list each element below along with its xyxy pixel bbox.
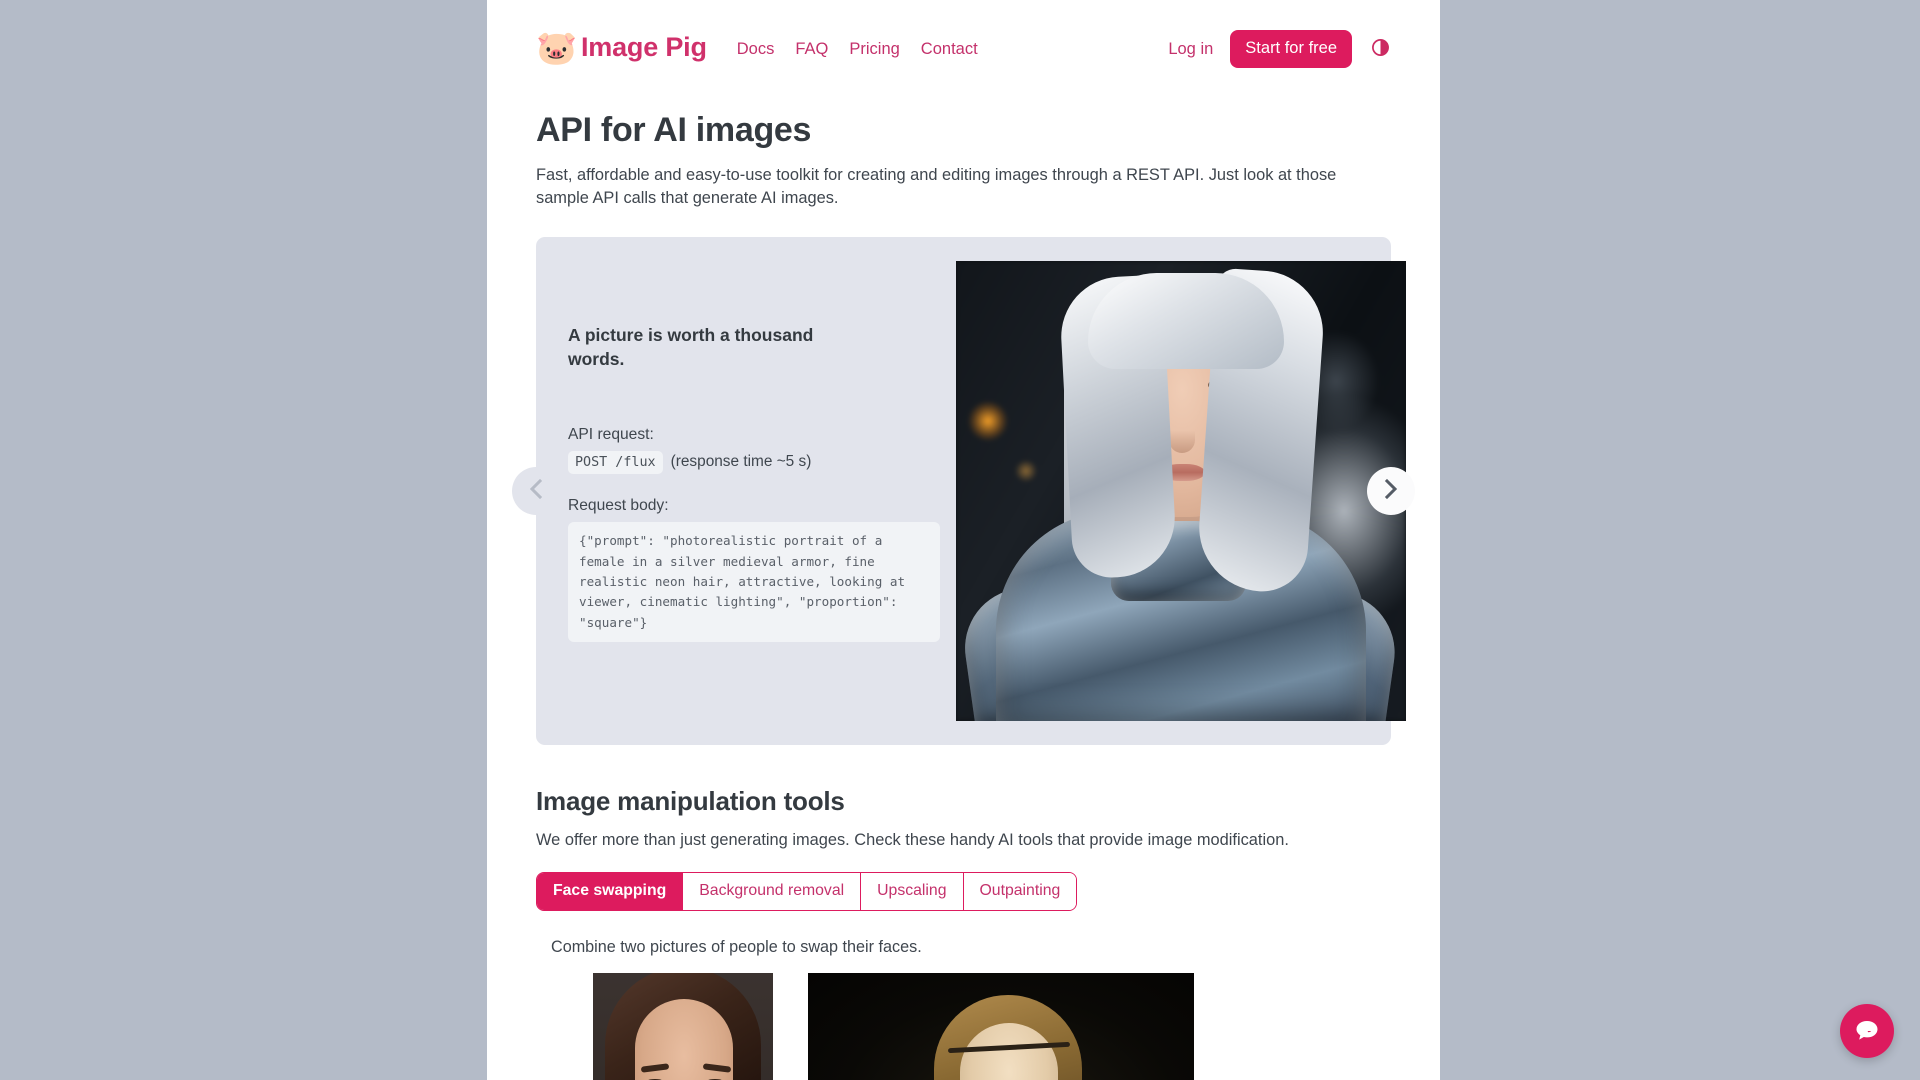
chat-bubble-icon — [1853, 1016, 1881, 1047]
hero-section: API for AI images Fast, affordable and e… — [512, 111, 1415, 211]
api-example-carousel: A picture is worth a thousand words. API… — [512, 236, 1415, 745]
tools-subtitle: We offer more than just generating image… — [536, 830, 1289, 849]
api-response-time: (response time ~5 s) — [670, 453, 812, 471]
tab-face-swapping[interactable]: Face swapping — [537, 872, 683, 910]
site-header: 🐷 Image Pig Docs FAQ Pricing Contact Log… — [512, 0, 1415, 95]
generated-portrait-image — [956, 260, 1406, 721]
brand-name: Image Pig — [581, 32, 707, 62]
tab-outpainting[interactable]: Outpainting — [962, 872, 1077, 910]
image-tools-section: Image manipulation tools We offer more t… — [512, 786, 1415, 1080]
main-nav: Docs FAQ Pricing Contact — [737, 40, 978, 59]
carousel-prev-button[interactable] — [512, 466, 560, 515]
chevron-left-icon — [527, 478, 545, 503]
face-swap-target-image — [808, 972, 1194, 1080]
face-swap-source-image — [593, 972, 773, 1080]
request-body-code: {"prompt": "photorealistic portrait of a… — [568, 522, 940, 643]
request-body-label: Request body: — [568, 497, 669, 515]
chevron-right-icon — [1382, 478, 1400, 503]
nav-item-contact[interactable]: Contact — [921, 40, 978, 59]
api-endpoint-code: POST /flux — [568, 451, 663, 475]
carousel-panel: A picture is worth a thousand words. API… — [512, 236, 1415, 745]
page-title: API for AI images — [536, 111, 812, 149]
contrast-half-circle-icon — [1371, 38, 1390, 60]
nav-item-pricing[interactable]: Pricing — [849, 40, 899, 59]
tools-title: Image manipulation tools — [536, 785, 845, 816]
carousel-next-button[interactable] — [1367, 466, 1415, 515]
api-request-label: API request: — [568, 426, 654, 444]
login-link[interactable]: Log in — [1168, 40, 1213, 59]
page-container: 🐷 Image Pig Docs FAQ Pricing Contact Log… — [487, 0, 1440, 1080]
start-for-free-button[interactable]: Start for free — [1230, 30, 1352, 68]
hero-subtitle: Fast, affordable and easy-to-use toolkit… — [536, 166, 1337, 208]
tools-tab-bar: Face swapping Background removal Upscali… — [536, 871, 1078, 911]
active-tab-description: Combine two pictures of people to swap t… — [551, 937, 922, 956]
nav-item-docs[interactable]: Docs — [737, 40, 775, 59]
carousel-slide-text: A picture is worth a thousand words. API… — [536, 237, 956, 745]
tab-upscaling[interactable]: Upscaling — [860, 872, 963, 910]
carousel-slide-image — [956, 260, 1406, 721]
brand-logo-link[interactable]: 🐷 Image Pig — [536, 28, 707, 66]
face-swap-samples — [536, 972, 1391, 1080]
tab-background-removal[interactable]: Background removal — [682, 872, 861, 910]
page-inner: 🐷 Image Pig Docs FAQ Pricing Contact Log… — [512, 0, 1415, 1080]
nav-item-faq[interactable]: FAQ — [795, 40, 828, 59]
chat-widget-button[interactable] — [1840, 1004, 1894, 1058]
slide-headline: A picture is worth a thousand words. — [568, 324, 814, 370]
theme-toggle-button[interactable] — [1369, 38, 1391, 60]
header-actions: Log in Start for free — [1168, 30, 1391, 68]
pig-face-icon: 🐷 — [536, 28, 578, 66]
api-endpoint-row: POST /flux (response time ~5 s) — [568, 451, 956, 475]
